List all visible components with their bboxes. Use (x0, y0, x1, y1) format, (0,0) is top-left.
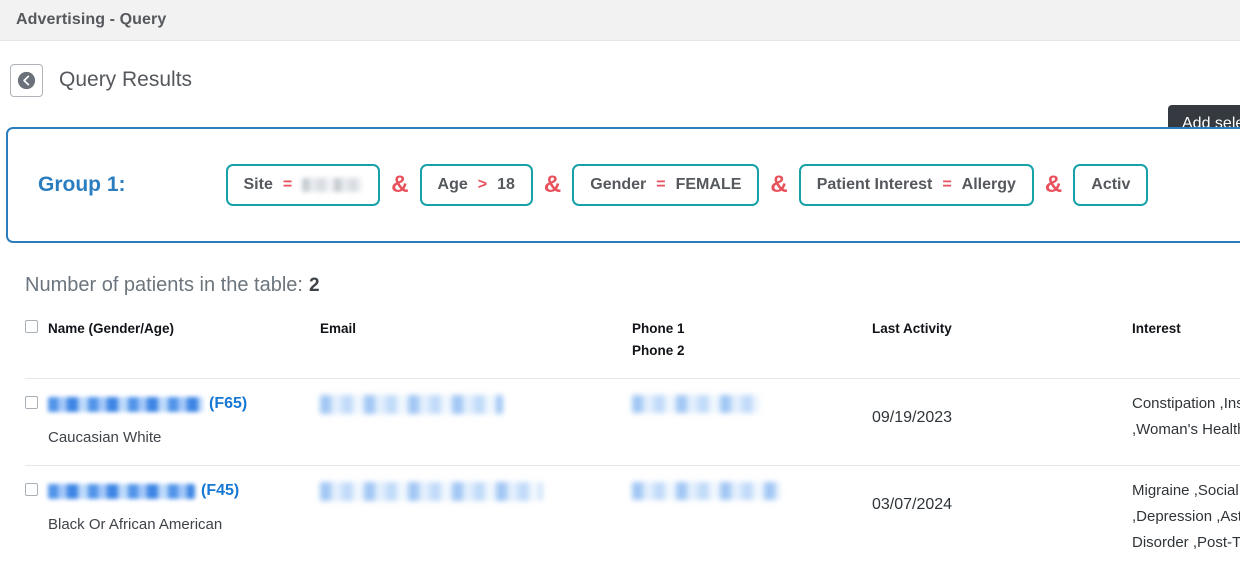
table-row[interactable]: (F65) Caucasian White 09/19/2023 Constip… (25, 379, 1240, 466)
column-header-phone2: Phone 2 (632, 343, 685, 358)
query-chip-patient-interest[interactable]: Patient Interest = Allergy (799, 164, 1034, 206)
column-header-email: Email (320, 318, 632, 379)
patient-name-line: (F45) (48, 482, 239, 499)
chip-value: Allergy (962, 176, 1016, 194)
patient-name-redacted (48, 484, 195, 499)
patient-phone-redacted (632, 395, 760, 413)
column-header-last-activity: Last Activity (872, 318, 1132, 379)
row-checkbox[interactable] (25, 396, 38, 409)
app-titlebar: Advertising - Query (0, 0, 1240, 41)
patient-count-label: Number of patients in the table: (25, 274, 303, 296)
patient-last-activity: 03/07/2024 (872, 478, 1132, 518)
patient-name-redacted (48, 397, 203, 412)
query-chip-activity[interactable]: Activ (1073, 164, 1148, 206)
chip-field-label: Gender (590, 176, 646, 194)
patient-gender-age: (F65) (209, 395, 247, 412)
column-header-phone1: Phone 1 (632, 321, 685, 336)
page-subheader: Query Results Add sele (0, 41, 1240, 119)
select-all-checkbox[interactable] (25, 320, 38, 333)
row-select-cell (25, 379, 48, 466)
patient-email-redacted (320, 482, 542, 501)
query-chip-site[interactable]: Site = (226, 164, 381, 206)
patient-name-line: (F65) (48, 395, 247, 412)
page-title: Query Results (59, 68, 192, 92)
conjunction-ampersand: & (770, 171, 787, 199)
back-button[interactable] (10, 64, 43, 97)
conjunction-ampersand: & (391, 171, 408, 199)
query-chip-list: Site = & Age > 18 & Gender = FEMALE & Pa… (226, 164, 1149, 206)
patient-race: Black Or African American (48, 512, 320, 538)
patient-last-activity-cell: 09/19/2023 (872, 379, 1132, 466)
patient-name-cell: (F45) Black Or African American (48, 466, 320, 570)
patient-name-cell: (F65) Caucasian White (48, 379, 320, 466)
table-row[interactable]: (F45) Black Or African American 03/07/20… (25, 466, 1240, 570)
query-results-table: Name (Gender/Age) Email Phone 1 Phone 2 … (25, 318, 1240, 570)
patient-interest-cell: Constipation ,Ins ,Woman's Health (1132, 379, 1240, 466)
patient-race: Caucasian White (48, 425, 320, 451)
column-header-phone: Phone 1 Phone 2 (632, 318, 872, 379)
patient-email-cell (320, 466, 632, 570)
patient-phone-cell (632, 466, 872, 570)
chip-operator: > (478, 176, 487, 194)
patient-gender-age: (F45) (201, 482, 239, 499)
chip-operator: = (656, 176, 665, 194)
chip-value: FEMALE (676, 176, 742, 194)
conjunction-ampersand: & (544, 171, 561, 199)
patient-phone-cell (632, 379, 872, 466)
row-checkbox[interactable] (25, 483, 38, 496)
patient-email-cell (320, 379, 632, 466)
patient-interest-cell: Migraine ,Social , ,Depression ,Asth Dis… (1132, 466, 1240, 570)
row-select-cell (25, 466, 48, 570)
patient-last-activity-cell: 03/07/2024 (872, 466, 1132, 570)
app-title: Advertising - Query (16, 11, 166, 29)
chip-operator: = (283, 176, 292, 194)
chip-field-label: Patient Interest (817, 176, 933, 194)
query-chip-gender[interactable]: Gender = FEMALE (572, 164, 759, 206)
chip-operator: = (942, 176, 951, 194)
query-chip-age[interactable]: Age > 18 (420, 164, 533, 206)
patient-last-activity: 09/19/2023 (872, 391, 1132, 431)
chip-field-label: Activ (1091, 176, 1130, 194)
chip-field-label: Site (244, 176, 273, 194)
conjunction-ampersand: & (1045, 171, 1062, 199)
patient-count-line: Number of patients in the table: 2 (25, 274, 320, 297)
patient-email-redacted (320, 395, 503, 414)
circle-chevron-left-icon (17, 71, 36, 90)
patient-phone-redacted (632, 482, 780, 500)
table-header-row: Name (Gender/Age) Email Phone 1 Phone 2 … (25, 318, 1240, 379)
query-group-panel: Group 1: Site = & Age > 18 & Gender = FE… (6, 127, 1240, 243)
chip-field-label: Age (438, 176, 468, 194)
query-group-label: Group 1: (38, 173, 126, 197)
column-header-interest: Interest (1132, 318, 1240, 379)
select-all-header (25, 318, 48, 379)
patient-count-value: 2 (309, 275, 320, 296)
chip-value-redacted (302, 178, 362, 192)
column-header-name: Name (Gender/Age) (48, 318, 320, 379)
chip-value: 18 (497, 176, 515, 194)
